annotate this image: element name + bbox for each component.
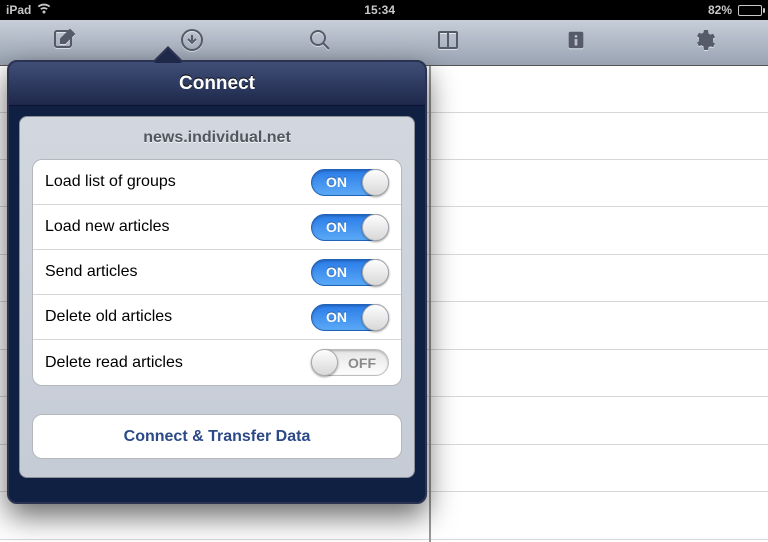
status-bar: iPad 15:34 82% <box>0 0 768 20</box>
battery-icon <box>738 5 762 16</box>
device-label: iPad <box>6 3 31 17</box>
settings-button[interactable] <box>674 28 734 57</box>
row-label: Load new articles <box>45 218 170 236</box>
row-send-articles: Send articles ON <box>33 250 401 295</box>
row-label: Load list of groups <box>45 173 176 191</box>
list-item[interactable] <box>431 160 768 208</box>
info-button[interactable] <box>546 29 606 56</box>
columns-button[interactable] <box>418 28 478 57</box>
list-item[interactable] <box>431 445 768 493</box>
compose-button[interactable] <box>34 28 94 57</box>
list-item[interactable] <box>431 255 768 303</box>
toggle-delete-read[interactable]: OFF <box>311 349 389 376</box>
list-item[interactable] <box>431 397 768 445</box>
row-load-articles: Load new articles ON <box>33 205 401 250</box>
toggle-load-articles[interactable]: ON <box>311 214 389 241</box>
list-item[interactable] <box>431 492 768 540</box>
row-delete-read: Delete read articles OFF <box>33 340 401 385</box>
threads-pane <box>430 66 768 542</box>
toggle-load-groups[interactable]: ON <box>311 169 389 196</box>
list-item[interactable] <box>431 302 768 350</box>
connect-transfer-button[interactable]: Connect & Transfer Data <box>32 414 402 459</box>
row-label: Delete read articles <box>45 354 183 372</box>
clock: 15:34 <box>364 3 395 17</box>
wifi-icon <box>37 3 51 17</box>
list-item[interactable] <box>431 207 768 255</box>
connect-popover: Connect news.individual.net Load list of… <box>7 60 427 504</box>
row-label: Send articles <box>45 263 138 281</box>
list-item[interactable] <box>431 112 768 160</box>
toggle-send-articles[interactable]: ON <box>311 259 389 286</box>
row-label: Delete old articles <box>45 308 172 326</box>
search-button[interactable] <box>290 28 350 57</box>
toggle-delete-old[interactable]: ON <box>311 304 389 331</box>
battery-percent: 82% <box>708 3 732 17</box>
row-load-groups: Load list of groups ON <box>33 160 401 205</box>
popover-title: Connect <box>179 73 255 95</box>
list-item[interactable] <box>431 350 768 398</box>
row-delete-old: Delete old articles ON <box>33 295 401 340</box>
server-label: news.individual.net <box>32 129 402 147</box>
